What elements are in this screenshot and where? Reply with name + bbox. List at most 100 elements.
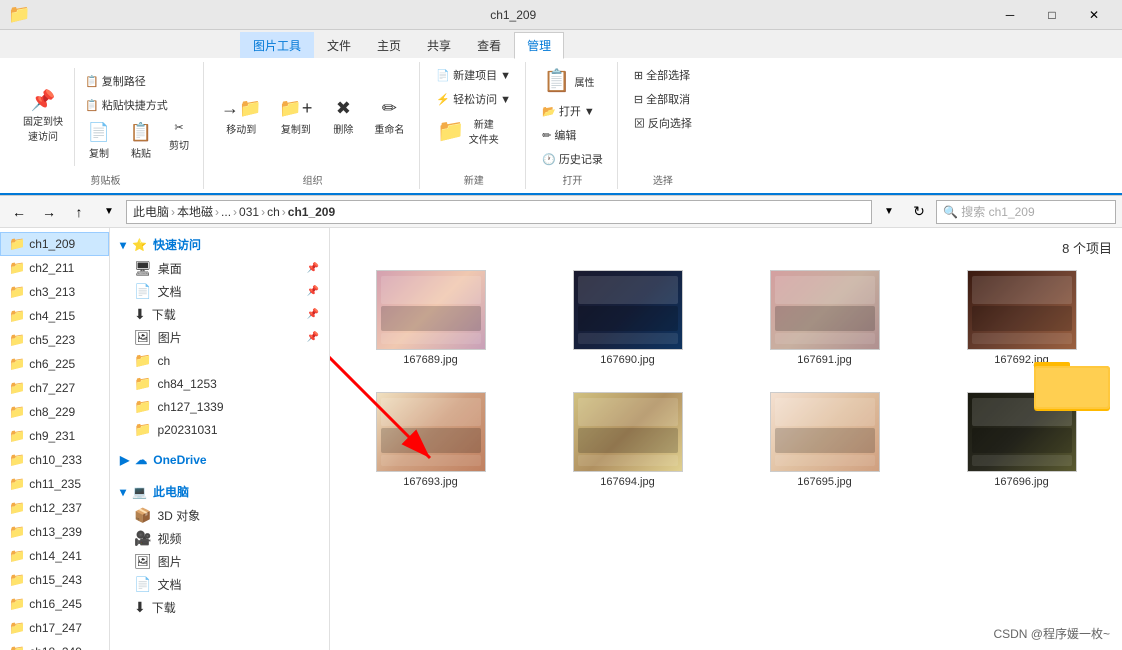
sidebar-item-ch127[interactable]: 📁 ch127_1339 [110, 395, 329, 418]
this-pc-header[interactable]: ▾ 💻 此电脑 [110, 479, 329, 504]
paste-button[interactable]: 📋 粘贴 [121, 118, 161, 164]
recent-locations-button[interactable]: ▼ [96, 199, 122, 225]
folder-icon: 📁 [9, 356, 25, 372]
star-icon: ⭐ [132, 238, 147, 252]
left-panel-item-ch11_235[interactable]: 📁ch11_235 [0, 472, 109, 496]
select-all-button[interactable]: ⊞ 全部选择 [628, 64, 696, 86]
sidebar-item-ch[interactable]: 📁 ch [110, 349, 329, 372]
select-none-button[interactable]: ⊟ 全部取消 [628, 88, 696, 110]
refresh-button[interactable]: ↻ [906, 199, 932, 225]
left-panel-item-ch6_225[interactable]: 📁ch6_225 [0, 352, 109, 376]
left-panel-item-ch16_245[interactable]: 📁ch16_245 [0, 592, 109, 616]
up-button[interactable]: ↑ [66, 199, 92, 225]
history-button[interactable]: 🕐 历史记录 [536, 148, 609, 170]
properties-button[interactable]: 📋 属性 [536, 64, 601, 98]
file-item[interactable]: 167693.jpg [340, 387, 521, 493]
file-name: 167694.jpg [600, 476, 654, 488]
tab-manage[interactable]: 管理 [514, 32, 564, 59]
documents-icon-2: 📄 [134, 576, 151, 593]
copy-path-button[interactable]: 📋 复制路径 [79, 70, 195, 92]
left-panel-item-ch9_231[interactable]: 📁ch9_231 [0, 424, 109, 448]
pin-to-quick-access-button[interactable]: 📌 固定到快速访问 [16, 87, 70, 147]
left-panel-item-ch3_213[interactable]: 📁ch3_213 [0, 280, 109, 304]
quick-access-header[interactable]: ▾ ⭐ 快速访问 [110, 232, 329, 257]
tab-home[interactable]: 主页 [364, 32, 414, 58]
file-item[interactable]: 167689.jpg [340, 265, 521, 371]
rename-button[interactable]: ✏ 重命名 [367, 94, 411, 140]
invert-selection-button[interactable]: ⊠ 反向选择 [628, 112, 698, 134]
folder-icon: 📁 [9, 548, 25, 564]
left-panel-item-ch18_249[interactable]: 📁ch18_249 [0, 640, 109, 650]
left-panel-item-ch17_247[interactable]: 📁ch17_247 [0, 616, 109, 640]
sidebar-item-pictures-pc[interactable]: 🖼 图片 [110, 550, 329, 573]
paste-shortcut-button[interactable]: 📋 粘贴快捷方式 [79, 94, 195, 116]
left-panel-item-ch1_209[interactable]: 📁ch1_209 [0, 232, 109, 256]
file-name: 167691.jpg [797, 354, 851, 366]
folder-item-large[interactable] [1032, 348, 1112, 413]
address-input[interactable]: 此电脑 › 本地磁 › ... › 031 › ch › ch1_209 [126, 200, 872, 224]
edit-button[interactable]: ✏ 编辑 [536, 124, 582, 146]
sidebar: ▾ ⭐ 快速访问 🖥 桌面 📌 📄 文档 📌 ⬇ 下载 📌 🖼 图片 [110, 228, 330, 650]
new-item-button[interactable]: 📄 新建项目 ▼ [430, 64, 517, 86]
easy-access-button[interactable]: ⚡ 轻松访问 ▼ [430, 88, 517, 110]
copy-button[interactable]: 📄 复制 [79, 118, 119, 164]
maximize-button[interactable]: □ [1032, 4, 1072, 26]
documents-icon: 📄 [134, 283, 151, 300]
forward-button[interactable]: → [36, 199, 62, 225]
left-panel-item-ch14_241[interactable]: 📁ch14_241 [0, 544, 109, 568]
title-bar: 📁 ch1_209 ─ □ ✕ [0, 0, 1122, 30]
search-box[interactable]: 🔍 搜索 ch1_209 [936, 200, 1116, 224]
file-item[interactable]: 167690.jpg [537, 265, 718, 371]
sidebar-item-desktop[interactable]: 🖥 桌面 📌 [110, 257, 329, 280]
sidebar-item-pictures[interactable]: 🖼 图片 📌 [110, 326, 329, 349]
file-item[interactable]: 167695.jpg [734, 387, 915, 493]
ribbon-content: 📌 固定到快速访问 📋 复制路径 📋 粘贴快捷方式 📄 复制 📋 [0, 58, 1122, 195]
new-folder-button[interactable]: 📁 新建文件夹 [430, 112, 505, 150]
close-button[interactable]: ✕ [1074, 4, 1114, 26]
sidebar-item-downloads[interactable]: ⬇ 下载 📌 [110, 303, 329, 326]
left-panel-item-ch15_243[interactable]: 📁ch15_243 [0, 568, 109, 592]
folder-icon: 📁 [8, 4, 30, 25]
tab-share[interactable]: 共享 [414, 32, 464, 58]
folder-icon: 📁 [9, 596, 25, 612]
back-button[interactable]: ← [6, 199, 32, 225]
open-label: 打开 [562, 172, 582, 187]
folder-icon: 📁 [9, 332, 25, 348]
tab-image-tools[interactable]: 图片工具 [240, 32, 314, 58]
sidebar-item-documents[interactable]: 📄 文档 📌 [110, 280, 329, 303]
sidebar-item-ch84[interactable]: 📁 ch84_1253 [110, 372, 329, 395]
open-button[interactable]: 📂 打开 ▼ [536, 100, 601, 122]
sidebar-item-video[interactable]: 🎥 视频 [110, 527, 329, 550]
address-ch: ch [267, 205, 280, 219]
copy-to-button[interactable]: 📁+ 复制到 [272, 94, 319, 140]
minimize-button[interactable]: ─ [990, 4, 1030, 26]
delete-button[interactable]: ✖ 删除 [323, 94, 363, 140]
sidebar-item-documents-pc[interactable]: 📄 文档 [110, 573, 329, 596]
cut-button[interactable]: ✂ 剪切 [163, 118, 195, 164]
download-icon: ⬇ [134, 306, 146, 323]
left-panel-item-ch5_223[interactable]: 📁ch5_223 [0, 328, 109, 352]
left-panel-item-ch7_227[interactable]: 📁ch7_227 [0, 376, 109, 400]
onedrive-header[interactable]: ▶ ☁ OneDrive [110, 449, 329, 471]
file-item[interactable]: 167694.jpg [537, 387, 718, 493]
sidebar-item-downloads-pc[interactable]: ⬇ 下载 [110, 596, 329, 619]
left-panel-item-ch12_237[interactable]: 📁ch12_237 [0, 496, 109, 520]
address-bar: ← → ↑ ▼ 此电脑 › 本地磁 › ... › 031 › ch › ch1… [0, 196, 1122, 228]
file-item[interactable]: 167691.jpg [734, 265, 915, 371]
chevron-down-icon-2: ▾ [120, 485, 126, 499]
left-panel-item-ch2_211[interactable]: 📁ch2_211 [0, 256, 109, 280]
left-panel-item-ch8_229[interactable]: 📁ch8_229 [0, 400, 109, 424]
left-panel-item-ch13_239[interactable]: 📁ch13_239 [0, 520, 109, 544]
tab-file[interactable]: 文件 [314, 32, 364, 58]
onedrive-icon: ☁ [135, 453, 147, 467]
left-panel-item-ch4_215[interactable]: 📁ch4_215 [0, 304, 109, 328]
tab-view[interactable]: 查看 [464, 32, 514, 58]
pin-indicator-3: 📌 [307, 309, 319, 320]
left-panel-item-ch10_233[interactable]: 📁ch10_233 [0, 448, 109, 472]
sidebar-item-3d[interactable]: 📦 3D 对象 [110, 504, 329, 527]
sidebar-item-p20231031[interactable]: 📁 p20231031 [110, 418, 329, 441]
desktop-icon: 🖥 [134, 260, 152, 277]
this-pc-section: ▾ 💻 此电脑 📦 3D 对象 🎥 视频 🖼 图片 📄 文档 ⬇ [110, 475, 329, 623]
move-to-button[interactable]: →📁 移动到 [214, 94, 268, 140]
address-dropdown-button[interactable]: ▼ [876, 199, 902, 225]
